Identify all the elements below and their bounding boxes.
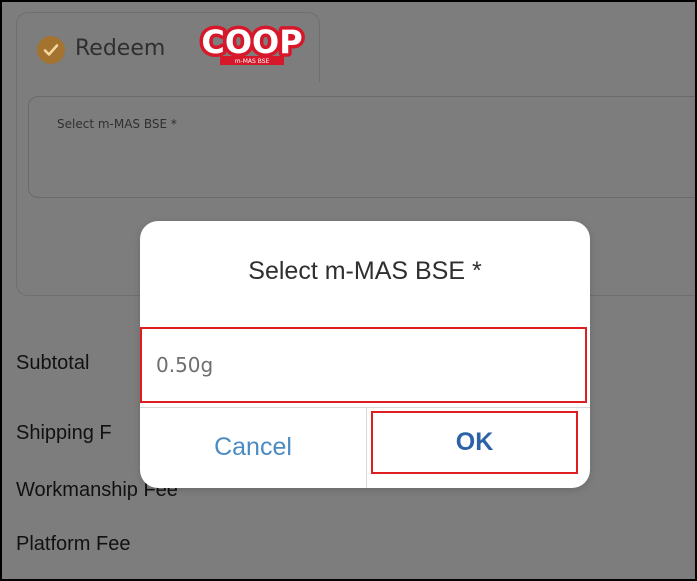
tab-label: Redeem bbox=[75, 36, 166, 61]
coop-logo: COOP m-MAS BSE bbox=[189, 20, 315, 71]
screen-frame: Redeem COOP m-MAS BSE Select m-MAS BSE *… bbox=[0, 0, 697, 581]
platform-fee-label: Platform Fee bbox=[16, 533, 131, 555]
ok-button[interactable]: OK bbox=[371, 411, 578, 474]
option-value: 0.50g bbox=[156, 353, 214, 377]
subtotal-label: Subtotal bbox=[16, 352, 90, 374]
modal-divider-vertical bbox=[366, 407, 367, 488]
tab-redeem[interactable]: Redeem COOP m-MAS BSE bbox=[16, 12, 320, 82]
select-m-mas-card[interactable]: Select m-MAS BSE * bbox=[28, 96, 695, 198]
check-icon bbox=[37, 36, 65, 64]
select-m-mas-label: Select m-MAS BSE * bbox=[57, 117, 177, 131]
coop-logo-subtext: m-MAS BSE bbox=[235, 58, 270, 65]
option-item-050g[interactable]: 0.50g bbox=[140, 327, 587, 403]
modal-title: Select m-MAS BSE * bbox=[248, 257, 482, 285]
cancel-button[interactable]: Cancel bbox=[140, 407, 366, 488]
shipping-label: Shipping F bbox=[16, 422, 112, 444]
select-modal: Select m-MAS BSE * 0.50g Cancel OK bbox=[140, 221, 590, 488]
coop-logo-text: COOP bbox=[201, 25, 302, 61]
